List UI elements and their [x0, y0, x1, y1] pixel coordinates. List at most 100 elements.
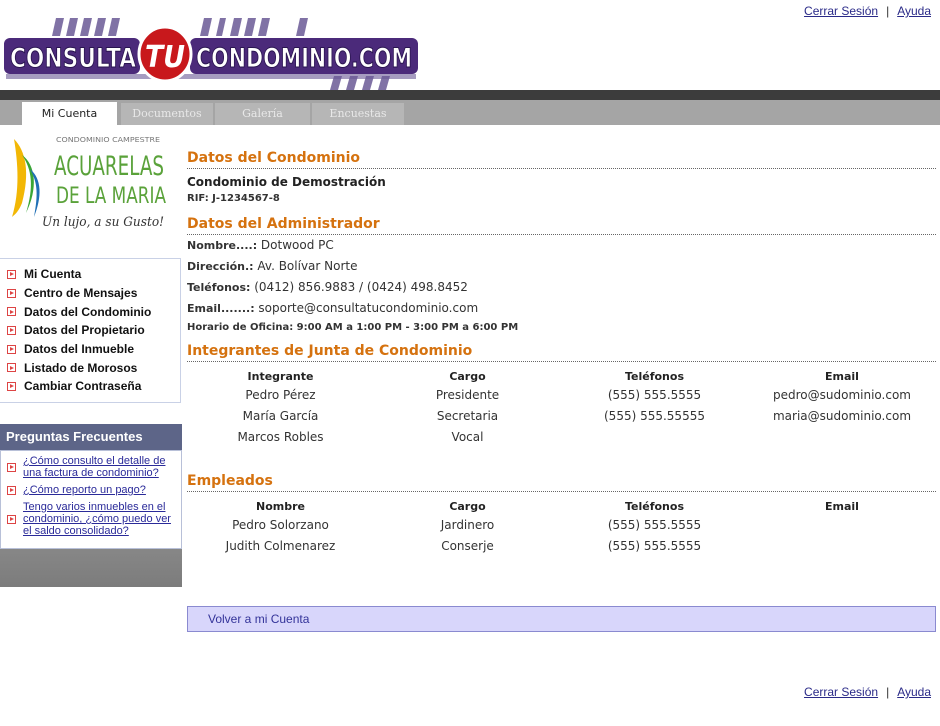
- table-cell: Pedro Solorzano: [232, 517, 329, 532]
- arrow-bullet-icon: [7, 288, 16, 298]
- condominium-name: Condominio de Demostración: [187, 175, 386, 189]
- condominium-logo-graphic: CONDOMINIO CAMPESTRE ACUARELAS DE LA MAR…: [12, 136, 166, 230]
- logout-link[interactable]: Cerrar Sesión: [804, 4, 878, 18]
- column-header: Cargo: [449, 499, 486, 513]
- column-header: Teléfonos: [624, 499, 684, 513]
- tab-bar: Mi Cuenta Documentos Galería Encuestas: [0, 100, 940, 126]
- table-header-row: Integrante Cargo Teléfonos Email: [187, 368, 936, 384]
- table-row: Judith Colmenarez Conserje (555) 555.555…: [187, 535, 936, 556]
- top-links: Cerrar Sesión | Ayuda: [804, 4, 931, 18]
- footer-logout-link[interactable]: Cerrar Sesión: [804, 685, 878, 699]
- table-row: Marcos Robles Vocal: [187, 426, 936, 447]
- faq-link-factura[interactable]: ¿Cómo consulto el detalle de una factura…: [23, 455, 179, 479]
- table-cell: (555) 555.5555: [607, 387, 702, 402]
- condo-logo-line2: DE LA MARIA: [56, 184, 166, 209]
- table-cell: (555) 555.5555: [607, 517, 702, 532]
- menu-item-centro-mensajes[interactable]: Centro de Mensajes: [0, 284, 180, 303]
- back-to-account-bar: Volver a mi Cuenta: [187, 606, 936, 632]
- condo-logo-tagline: Un lujo, a su Gusto!: [42, 215, 164, 230]
- main-content: Datos del Condominio Condominio de Demos…: [187, 150, 936, 556]
- arrow-bullet-icon: [7, 485, 16, 495]
- menu-item-label: Cambiar Contraseña: [24, 379, 142, 394]
- menu-item-cambiar-contrasena[interactable]: Cambiar Contraseña: [0, 377, 180, 396]
- tab-galeria[interactable]: Galería: [215, 103, 310, 125]
- arrow-bullet-icon: [7, 381, 16, 391]
- arrow-bullet-icon: [7, 514, 16, 524]
- table-cell: [748, 514, 936, 535]
- column-header: Teléfonos: [624, 369, 684, 383]
- admin-phones: (0412) 856.9883 / (0424) 498.8452: [250, 280, 468, 294]
- admin-name: Dotwood PC: [257, 238, 334, 252]
- link-separator: |: [886, 4, 890, 18]
- column-header: Email: [825, 369, 859, 383]
- site-logo-graphic: CONSULTA TU CONDOMINIO.COM: [4, 18, 418, 90]
- table-cell: Pedro Pérez: [245, 387, 316, 402]
- help-link[interactable]: Ayuda: [897, 4, 931, 18]
- condo-logo-small: CONDOMINIO CAMPESTRE: [56, 136, 160, 144]
- menu-item-label: Datos del Condominio: [24, 304, 152, 319]
- admin-email: soporte@consultatucondominio.com: [254, 301, 479, 315]
- admin-name-row: Nombre....: Dotwood PC: [187, 235, 936, 256]
- logo-text-right: CONDOMINIO.COM: [196, 43, 412, 74]
- faq-item: ¿Cómo reporto un pago?: [1, 484, 181, 496]
- footer-help-link[interactable]: Ayuda: [897, 685, 931, 699]
- admin-address-row: Dirección.: Av. Bolívar Norte: [187, 256, 936, 277]
- table-cell: Judith Colmenarez: [225, 538, 336, 553]
- table-cell: maria@sudominio.com: [772, 408, 912, 423]
- menu-item-label: Datos del Propietario: [24, 323, 145, 338]
- arrow-bullet-icon: [7, 344, 16, 354]
- tab-mi-cuenta[interactable]: Mi Cuenta: [22, 102, 117, 126]
- menu-item-label: Mi Cuenta: [24, 267, 82, 282]
- table-cell: Secretaria: [436, 408, 499, 423]
- condominium-section-title: Datos del Condominio: [187, 150, 936, 169]
- logo-text-left: CONSULTA: [10, 43, 136, 74]
- administrator-section-title: Datos del Administrador: [187, 216, 936, 235]
- admin-email-label: Email.......:: [187, 302, 255, 315]
- faq-list: ¿Cómo consulto el detalle de una factura…: [0, 450, 182, 549]
- table-cell: (555) 555.5555: [607, 538, 702, 553]
- menu-item-datos-inmueble[interactable]: Datos del Inmueble: [0, 340, 180, 359]
- admin-office-hours: Horario de Oficina: 9:00 AM a 1:00 PM - …: [187, 322, 519, 333]
- arrow-bullet-icon: [7, 462, 16, 472]
- faq-item: ¿Cómo consulto el detalle de una factura…: [1, 455, 181, 479]
- column-header: Nombre: [256, 499, 305, 513]
- table-cell: Conserje: [441, 538, 494, 553]
- account-menu: Mi Cuenta Centro de Mensajes Datos del C…: [0, 258, 181, 403]
- tab-encuestas[interactable]: Encuestas: [312, 103, 404, 125]
- table-cell: pedro@sudominio.com: [773, 387, 911, 402]
- faq-link-saldo[interactable]: Tengo varios inmuebles en el condominio,…: [23, 501, 179, 537]
- arrow-bullet-icon: [7, 307, 16, 317]
- table-row: Pedro Pérez Presidente (555) 555.5555 pe…: [187, 384, 936, 405]
- menu-item-mi-cuenta[interactable]: Mi Cuenta: [0, 265, 180, 284]
- tab-documentos[interactable]: Documentos: [121, 103, 213, 125]
- faq-link-pago[interactable]: ¿Cómo reporto un pago?: [23, 484, 179, 496]
- admin-email-row: Email.......: soporte@consultatucondomin…: [187, 298, 936, 319]
- faq-title: Preguntas Frecuentes: [0, 424, 182, 450]
- faq-panel: Preguntas Frecuentes ¿Cómo consulto el d…: [0, 424, 182, 587]
- footer-links: Cerrar Sesión | Ayuda: [804, 685, 931, 699]
- menu-item-datos-condominio[interactable]: Datos del Condominio: [0, 302, 180, 321]
- site-logo[interactable]: CONSULTA TU CONDOMINIO.COM: [4, 18, 420, 92]
- employees-section-title: Empleados: [187, 473, 936, 492]
- table-cell: (555) 555.55555: [604, 408, 705, 423]
- condominium-logo: CONDOMINIO CAMPESTRE ACUARELAS DE LA MAR…: [8, 133, 170, 233]
- table-header-row: Nombre Cargo Teléfonos Email: [187, 498, 936, 514]
- menu-item-datos-propietario[interactable]: Datos del Propietario: [0, 321, 180, 340]
- admin-phones-row: Teléfonos: (0412) 856.9883 / (0424) 498.…: [187, 277, 936, 298]
- arrow-bullet-icon: [7, 325, 16, 335]
- arrow-bullet-icon: [7, 269, 16, 279]
- admin-phones-label: Teléfonos:: [187, 281, 251, 294]
- table-cell: Marcos Robles: [237, 429, 324, 444]
- condominium-rif: RIF: J-1234567-8: [187, 193, 280, 204]
- column-header: Email: [825, 499, 859, 513]
- header-dark-bar: [0, 90, 940, 100]
- condo-logo-line1: ACUARELAS: [54, 151, 164, 182]
- table-cell: [748, 535, 936, 556]
- admin-address: Av. Bolívar Norte: [253, 259, 358, 273]
- table-cell: María García: [242, 408, 319, 423]
- menu-item-listado-morosos[interactable]: Listado de Morosos: [0, 358, 180, 377]
- table-cell: Presidente: [435, 387, 500, 402]
- column-header: Cargo: [449, 369, 486, 383]
- board-section-title: Integrantes de Junta de Condominio: [187, 343, 936, 362]
- back-to-account-link[interactable]: Volver a mi Cuenta: [208, 612, 309, 626]
